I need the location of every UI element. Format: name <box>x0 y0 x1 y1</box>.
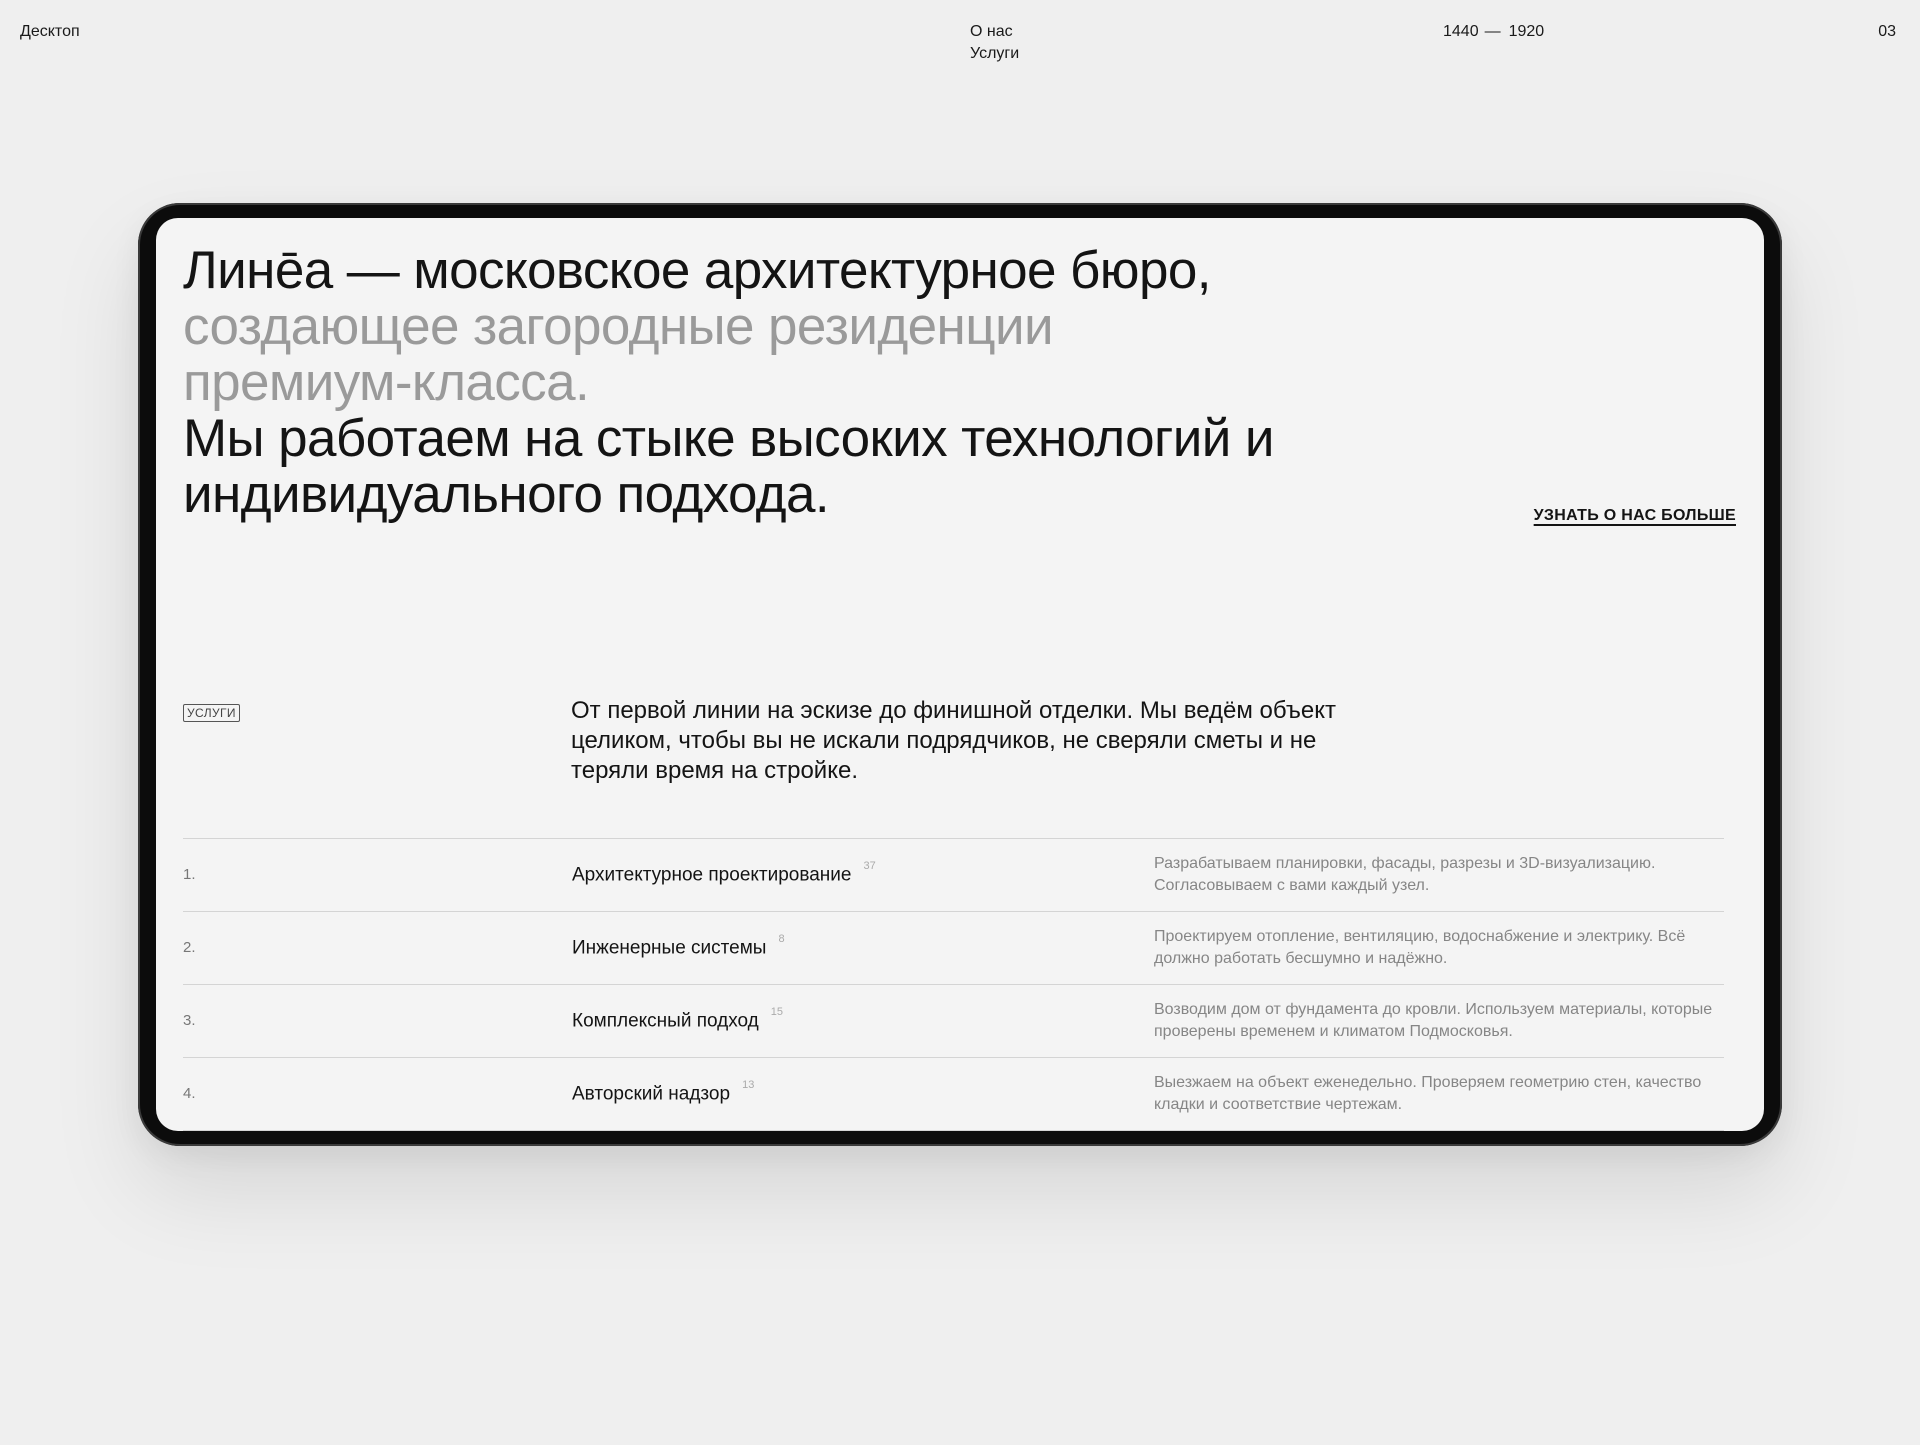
services-tag: УСЛУГИ <box>183 704 240 722</box>
service-title-text: Инженерные системы <box>572 937 767 959</box>
range-to: 1920 <box>1508 23 1545 40</box>
service-row[interactable]: 3. Комплексный подход 15 Возводим дом от … <box>183 985 1724 1058</box>
service-count: 8 <box>778 933 785 945</box>
service-title: Авторский надзор 13 <box>572 1079 754 1105</box>
service-title: Комплексный подход 15 <box>572 1006 783 1032</box>
service-count: 15 <box>770 1006 784 1018</box>
service-row[interactable]: 1. Архитектурное проектирование 37 Разраб… <box>183 839 1724 912</box>
service-row[interactable]: 4. Авторский надзор 13 Выезжаем на объект… <box>183 1058 1724 1131</box>
service-number: 2. <box>183 939 196 956</box>
hero-intro-muted: создающее загородные резиденции премиум-… <box>183 297 1054 412</box>
service-count: 37 <box>863 860 876 872</box>
hero-statement: Мы работаем на стыке высоких технологий … <box>183 409 1274 524</box>
page-number: 03 <box>1878 23 1896 40</box>
service-title: Инженерные системы 8 <box>572 933 785 959</box>
service-number: 1. <box>183 866 196 883</box>
service-title: Архитектурное проектирование 37 <box>572 860 876 886</box>
range-from: 1440 <box>1443 23 1479 40</box>
service-title-text: Авторский надзор <box>572 1083 731 1105</box>
services-lead: От первой линии на эскизе до финишной от… <box>571 697 1336 784</box>
tablet-screen: Линēа — московское архитектурное бюро, с… <box>156 218 1764 1131</box>
section-nav: О нас Услуги <box>970 21 1019 65</box>
about-more-link[interactable]: УЗНАТЬ О НАС БОЛЬШЕ <box>1534 507 1736 525</box>
service-count: 13 <box>742 1079 755 1091</box>
tablet-frame: Линēа — московское архитектурное бюро, с… <box>138 203 1782 1146</box>
service-description: Возводим дом от фундамента до кровли. Ис… <box>1154 1001 1713 1040</box>
service-title-text: Архитектурное проектирование <box>572 864 852 886</box>
range-separator: — <box>1484 23 1501 40</box>
service-number: 3. <box>183 1012 196 1029</box>
service-description: Проектируем отопление, вентиляцию, водос… <box>1154 928 1686 967</box>
service-description: Разрабатываем планировки, фасады, разрез… <box>1154 855 1656 894</box>
service-description: Выезжаем на объект еженедельно. Проверяе… <box>1154 1074 1702 1113</box>
service-title-text: Комплексный подход <box>572 1010 759 1032</box>
hero-intro: Линēа — московское архитектурное бюро, <box>183 241 1211 300</box>
services-list: 1. Архитектурное проектирование 37 Разраб… <box>183 838 1724 1131</box>
hero-heading: Линēа — московское архитектурное бюро, с… <box>183 243 1283 523</box>
service-number: 4. <box>183 1085 196 1102</box>
nav-item-services[interactable]: Услуги <box>970 43 1019 65</box>
nav-item-about[interactable]: О нас <box>970 21 1019 43</box>
service-row[interactable]: 2. Инженерные системы 8 Проектируем отопл… <box>183 912 1724 985</box>
breakpoint-range: 1440 — 1920 <box>1443 21 1544 43</box>
artboard-label: Десктоп <box>20 23 80 40</box>
